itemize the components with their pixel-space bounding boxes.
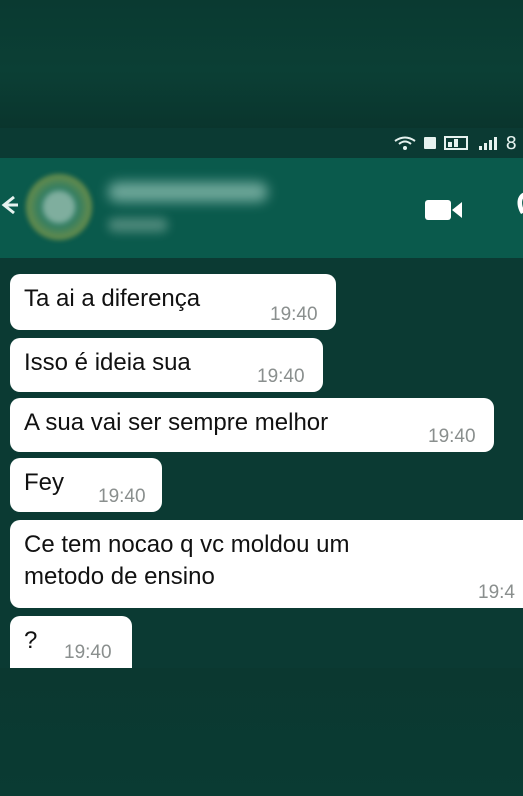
message-time: 19:40 <box>64 642 112 663</box>
status-bar: 8 <box>0 128 523 158</box>
message-bubble[interactable]: Fey 19:40 <box>10 458 162 512</box>
message-text: Ta ai a diferença <box>24 285 201 312</box>
message-bubble[interactable]: ? 19:40 <box>10 616 132 668</box>
message-time: 19:40 <box>98 486 146 507</box>
message-time: 19:40 <box>428 426 476 447</box>
video-call-icon[interactable] <box>424 198 464 222</box>
message-bubble[interactable]: Isso é ideia sua 19:40 <box>10 338 323 392</box>
bottom-frame <box>0 668 523 796</box>
chat-area: Ta ai a diferença 19:40 Isso é ideia sua… <box>0 258 523 668</box>
message-time: 19:4 <box>478 582 515 603</box>
message-text-line2: metodo de ensino <box>24 563 215 590</box>
notification-icon <box>423 137 436 149</box>
chat-header <box>0 158 523 258</box>
status-icons: 8 <box>393 132 517 154</box>
message-time: 19:40 <box>257 366 305 387</box>
message-text: Isso é ideia sua <box>24 349 191 376</box>
avatar[interactable] <box>26 174 92 240</box>
message-bubble[interactable]: Ta ai a diferença 19:40 <box>10 274 336 330</box>
message-time: 19:40 <box>270 304 318 325</box>
status-value: 8 <box>505 132 517 154</box>
top-frame <box>0 0 523 128</box>
contact-name[interactable] <box>108 182 268 202</box>
contact-status <box>108 218 168 232</box>
phone-call-icon[interactable] <box>513 190 523 216</box>
back-arrow-icon[interactable] <box>0 194 18 216</box>
message-text: ? <box>24 627 38 654</box>
message-text: Fey <box>24 469 65 496</box>
message-text-line1: Ce tem nocao q vc moldou um <box>24 531 350 558</box>
signal-icon <box>478 137 497 150</box>
battery-icon <box>443 136 468 150</box>
message-bubble[interactable]: Ce tem nocao q vc moldou um metodo de en… <box>10 520 523 608</box>
wifi-icon <box>393 136 416 150</box>
message-bubble[interactable]: A sua vai ser sempre melhor 19:40 <box>10 398 494 452</box>
message-text: A sua vai ser sempre melhor <box>24 409 329 436</box>
